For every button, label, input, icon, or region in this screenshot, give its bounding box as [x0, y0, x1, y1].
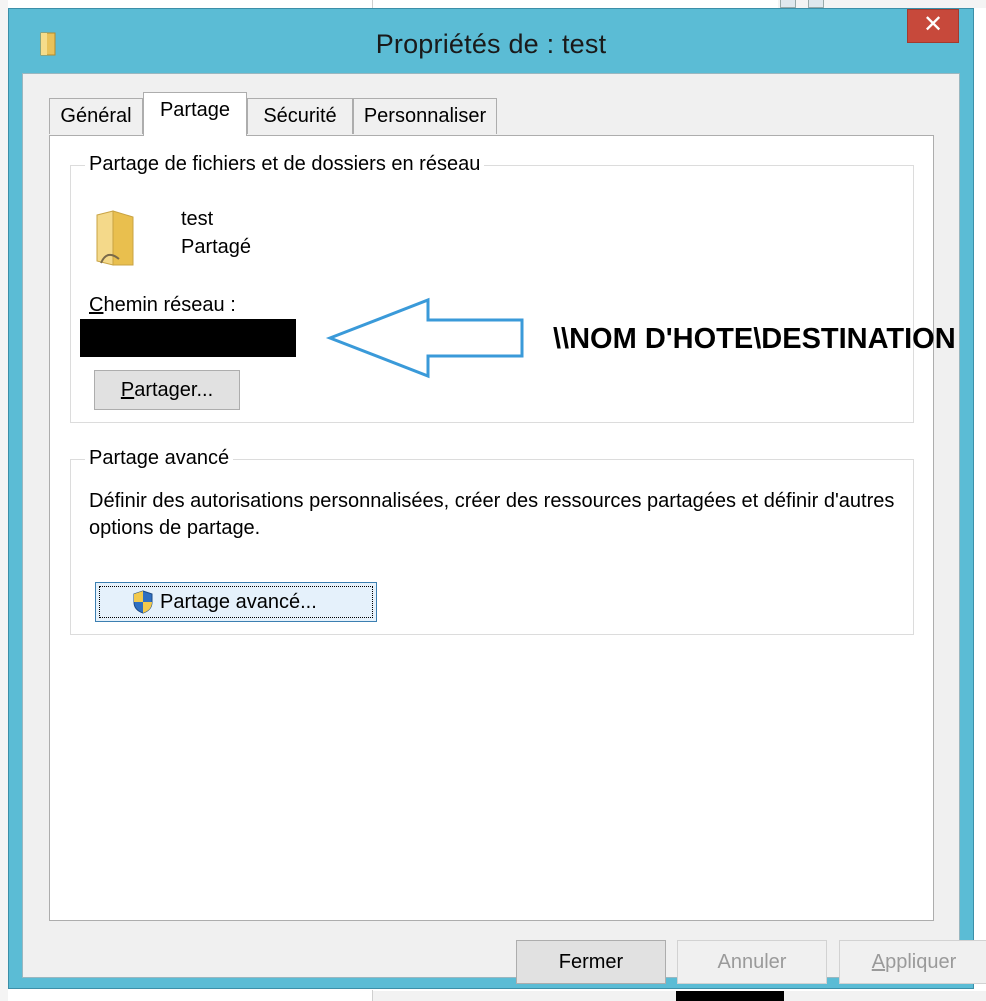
advanced-sharing-group: Partage avancé Définir des autorisations…: [70, 447, 914, 635]
background-square: [808, 0, 824, 8]
shared-folder-icon: [96, 210, 134, 266]
background-edge: [0, 0, 8, 1001]
background-divider: [372, 990, 373, 1001]
close-window-button[interactable]: ✕: [907, 9, 959, 43]
share-button[interactable]: Partager...: [94, 370, 240, 410]
network-sharing-group: Partage de fichiers et de dossiers en ré…: [70, 153, 914, 423]
network-sharing-legend: Partage de fichiers et de dossiers en ré…: [85, 153, 485, 176]
advanced-sharing-button[interactable]: Partage avancé...: [95, 582, 377, 622]
folder-share-status: Partagé: [181, 236, 252, 258]
apply-button-rest: ppliquer: [885, 951, 957, 973]
background-square: [780, 0, 796, 8]
annotation-text: \\NOM D'HOTE\DESTINATION: [553, 323, 956, 355]
advanced-sharing-description: Définir des autorisations personnalisées…: [89, 490, 895, 539]
uac-shield-icon: [133, 590, 153, 614]
cancel-button[interactable]: Annuler: [677, 940, 827, 984]
tab-general[interactable]: Général: [49, 98, 143, 134]
sharing-tab-panel: Partage de fichiers et de dossiers en ré…: [49, 135, 934, 921]
background-redacted-bar: [676, 991, 784, 1001]
apply-button[interactable]: Appliquer: [839, 940, 986, 984]
background-divider: [372, 0, 373, 8]
mnemonic-letter: C: [89, 294, 104, 316]
network-path-label-rest: hemin réseau :: [103, 294, 236, 316]
title-bar[interactable]: Propriétés de : test ✕: [9, 9, 973, 73]
tab-customize[interactable]: Personnaliser: [353, 98, 497, 134]
properties-window: Propriétés de : test ✕ Général Partage S…: [8, 8, 986, 989]
advanced-sharing-button-label: Partage avancé...: [160, 591, 317, 613]
dialog-client-area: Général Partage Sécurité Personnaliser P…: [22, 73, 986, 984]
advanced-sharing-legend: Partage avancé: [85, 447, 234, 470]
folder-name: test: [181, 208, 214, 230]
annotation-arrow-icon: [325, 297, 524, 379]
tab-security[interactable]: Sécurité: [247, 98, 353, 134]
network-path-label: Chemin réseau :: [89, 294, 236, 317]
close-button[interactable]: Fermer: [516, 940, 666, 984]
window-title: Propriétés de : test: [375, 29, 607, 59]
tab-sharing[interactable]: Partage: [143, 92, 247, 136]
mnemonic-letter: A: [871, 951, 886, 973]
share-button-rest: artager...: [134, 379, 214, 401]
mnemonic-letter: P: [120, 379, 135, 401]
network-path-redacted: [80, 319, 296, 357]
